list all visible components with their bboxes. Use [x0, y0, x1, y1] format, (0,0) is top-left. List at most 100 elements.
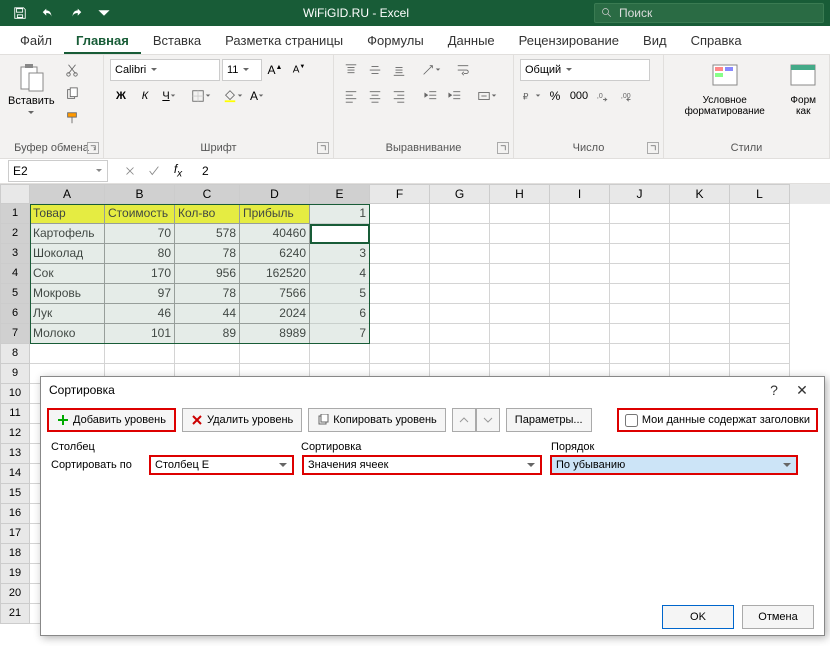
cell[interactable] — [490, 224, 550, 244]
font-launcher[interactable] — [317, 142, 329, 154]
row-header[interactable]: 2 — [0, 224, 30, 244]
cell[interactable]: 162520 — [240, 264, 310, 284]
menu-file[interactable]: Файл — [8, 27, 64, 54]
cell[interactable] — [430, 324, 490, 344]
menu-help[interactable]: Справка — [679, 27, 754, 54]
undo-icon[interactable] — [34, 1, 62, 25]
borders-button[interactable] — [190, 85, 212, 107]
row-header[interactable]: 16 — [0, 504, 30, 524]
cell[interactable] — [610, 244, 670, 264]
cell[interactable] — [370, 244, 430, 264]
col-header[interactable]: F — [370, 184, 430, 204]
copy-button[interactable] — [61, 83, 83, 105]
cell[interactable] — [490, 304, 550, 324]
cell[interactable] — [370, 284, 430, 304]
cell[interactable] — [310, 344, 370, 364]
cell[interactable] — [370, 224, 430, 244]
row-header[interactable]: 17 — [0, 524, 30, 544]
cell[interactable] — [430, 204, 490, 224]
row-header[interactable]: 18 — [0, 544, 30, 564]
menu-data[interactable]: Данные — [436, 27, 507, 54]
increase-decimal-button[interactable]: ,0 — [592, 85, 614, 107]
align-middle-button[interactable] — [364, 59, 386, 81]
cell[interactable] — [430, 304, 490, 324]
cell[interactable]: Мокровь — [30, 284, 105, 304]
col-header[interactable]: E — [310, 184, 370, 204]
align-bottom-button[interactable] — [388, 59, 410, 81]
cancel-formula-button[interactable] — [118, 160, 142, 182]
cell[interactable]: Шоколад — [30, 244, 105, 264]
row-header[interactable]: 21 — [0, 604, 30, 624]
cell[interactable] — [550, 304, 610, 324]
row-header[interactable]: 6 — [0, 304, 30, 324]
cell[interactable] — [105, 344, 175, 364]
font-size-combo[interactable]: 11 — [222, 59, 262, 81]
sort-options-button[interactable]: Параметры... — [506, 408, 592, 432]
row-header[interactable]: 5 — [0, 284, 30, 304]
row-header[interactable]: 20 — [0, 584, 30, 604]
cell[interactable]: 7566 — [240, 284, 310, 304]
align-launcher[interactable] — [497, 142, 509, 154]
row-header[interactable]: 14 — [0, 464, 30, 484]
align-left-button[interactable] — [340, 85, 362, 107]
format-painter-button[interactable] — [61, 107, 83, 129]
cell[interactable]: 89 — [175, 324, 240, 344]
decrease-font-button[interactable]: A▼ — [288, 59, 310, 81]
col-header[interactable]: C — [175, 184, 240, 204]
orientation-button[interactable] — [420, 59, 442, 81]
cell[interactable] — [730, 304, 790, 324]
cell[interactable] — [430, 344, 490, 364]
row-header[interactable]: 8 — [0, 344, 30, 364]
cell[interactable] — [730, 344, 790, 364]
cell[interactable]: Товар — [30, 204, 105, 224]
decrease-indent-button[interactable] — [420, 85, 442, 107]
qat-dropdown-icon[interactable] — [90, 1, 118, 25]
cell[interactable] — [430, 224, 490, 244]
cell[interactable] — [670, 344, 730, 364]
save-icon[interactable] — [6, 1, 34, 25]
cell[interactable] — [430, 264, 490, 284]
cell[interactable]: Лук — [30, 304, 105, 324]
cell[interactable] — [370, 264, 430, 284]
cell[interactable] — [490, 324, 550, 344]
cell[interactable]: 46 — [105, 304, 175, 324]
redo-icon[interactable] — [62, 1, 90, 25]
cell[interactable] — [550, 204, 610, 224]
row-header[interactable]: 3 — [0, 244, 30, 264]
italic-button[interactable]: К — [134, 85, 156, 107]
col-header[interactable]: I — [550, 184, 610, 204]
row-header[interactable]: 12 — [0, 424, 30, 444]
cell[interactable]: 6240 — [240, 244, 310, 264]
menu-view[interactable]: Вид — [631, 27, 679, 54]
cell[interactable] — [730, 204, 790, 224]
cell[interactable] — [240, 344, 310, 364]
dialog-help-button[interactable]: ? — [760, 379, 788, 401]
menu-pagelayout[interactable]: Разметка страницы — [213, 27, 355, 54]
underline-button[interactable]: Ч — [158, 85, 180, 107]
move-down-button[interactable] — [476, 408, 500, 432]
number-launcher[interactable] — [647, 142, 659, 154]
percent-button[interactable]: % — [544, 85, 566, 107]
cell[interactable]: Прибыль — [240, 204, 310, 224]
cell[interactable] — [610, 284, 670, 304]
enter-formula-button[interactable] — [142, 160, 166, 182]
row-header[interactable]: 10 — [0, 384, 30, 404]
col-header[interactable]: D — [240, 184, 310, 204]
cell[interactable] — [175, 344, 240, 364]
row-header[interactable]: 19 — [0, 564, 30, 584]
cell[interactable] — [550, 264, 610, 284]
cell[interactable] — [550, 344, 610, 364]
sort-on-combo[interactable]: Значения ячеек — [302, 455, 542, 475]
decrease-decimal-button[interactable]: ,00 — [616, 85, 638, 107]
name-box[interactable]: E2 — [8, 160, 108, 182]
increase-indent-button[interactable] — [444, 85, 466, 107]
cell[interactable] — [730, 324, 790, 344]
col-header[interactable]: L — [730, 184, 790, 204]
row-header[interactable]: 15 — [0, 484, 30, 504]
cell[interactable] — [490, 344, 550, 364]
cell[interactable] — [550, 244, 610, 264]
cell[interactable]: 97 — [105, 284, 175, 304]
conditional-formatting-button[interactable]: Условное форматирование — [670, 59, 779, 119]
menu-insert[interactable]: Вставка — [141, 27, 213, 54]
bold-button[interactable]: Ж — [110, 85, 132, 107]
